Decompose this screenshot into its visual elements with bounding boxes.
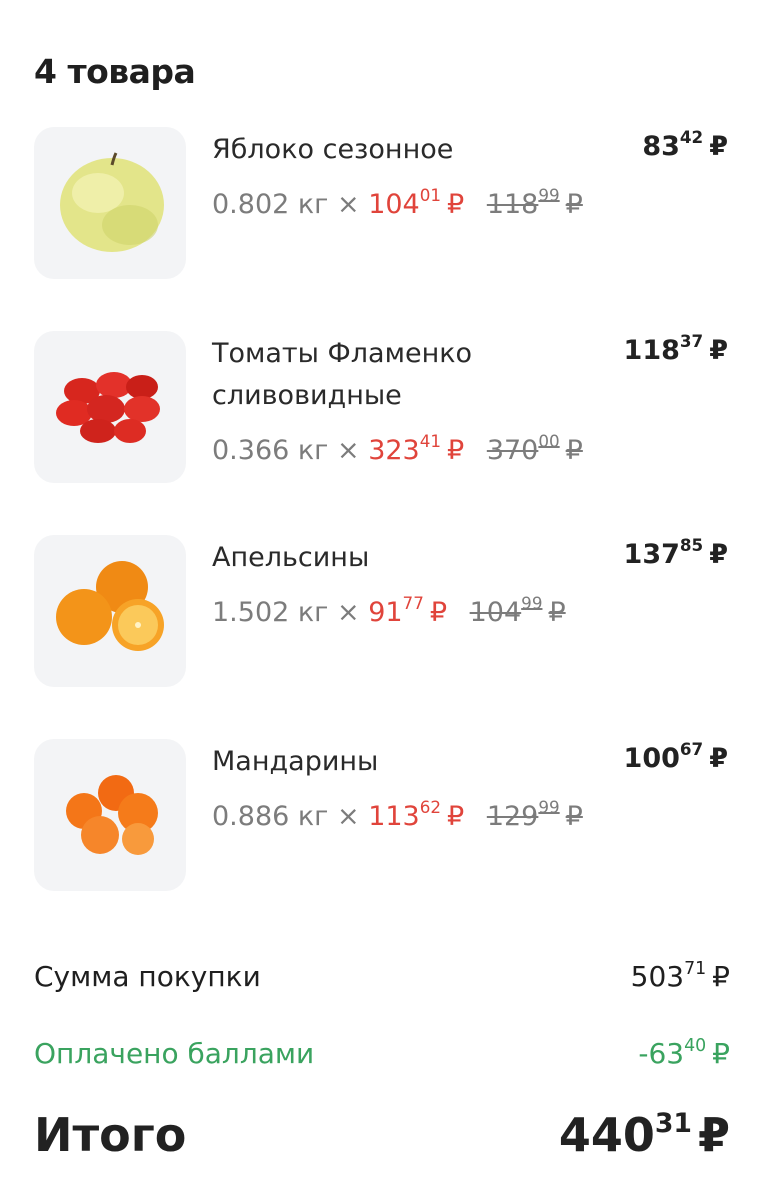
product-name: Томаты Фламенко сливовидные [212,338,473,411]
line-total: 11837 ₽ [623,331,728,366]
list-item[interactable]: Мандарины 10067 ₽ 0.886 кг × 11362 ₽ 12999… [0,739,764,899]
price-calculation: 0.886 кг × 11362 ₽ 12999 ₽ [212,797,583,832]
quantity: 0.886 кг [212,801,329,832]
tangerines-icon [66,775,158,855]
product-name: Апельсины [212,542,370,573]
subtotal-value: 50371 ₽ [630,958,730,993]
price-calculation: 1.502 кг × 9177 ₽ 10499 ₽ [212,593,566,628]
product-image[interactable] [34,127,186,279]
product-name: Мандарины [212,746,379,777]
line-total: 8342 ₽ [642,127,728,162]
oranges-icon [56,561,164,651]
quantity: 0.802 кг [212,189,329,220]
grand-total-row: Итого 44031 ₽ [34,1108,730,1162]
list-item[interactable]: Яблоко сезонное 8342 ₽ 0.802 кг × 10401 ₽ … [0,127,764,287]
product-image[interactable] [34,331,186,483]
grand-total-value: 44031 ₽ [558,1108,730,1162]
discount-price: 9177 ₽ [368,593,448,628]
subtotal-row: Сумма покупки 50371 ₽ [34,960,730,993]
points-value: -6340 ₽ [638,1035,730,1070]
subtotal-label: Сумма покупки [34,960,261,993]
product-image[interactable] [34,739,186,891]
grand-total-label: Итого [34,1108,187,1162]
tomatoes-icon [56,372,160,443]
apple-icon [60,152,164,252]
list-item[interactable]: Томаты Фламенко сливовидные 11837 ₽ 0.366… [0,331,764,491]
points-label: Оплачено баллами [34,1037,315,1070]
line-total: 10067 ₽ [623,739,728,774]
line-total: 13785 ₽ [623,535,728,570]
product-image[interactable] [34,535,186,687]
old-price: 37000 ₽ [486,431,583,466]
list-item[interactable]: Апельсины 13785 ₽ 1.502 кг × 9177 ₽ 10499 ₽ [0,535,764,695]
quantity: 0.366 кг [212,435,329,466]
product-name: Яблоко сезонное [212,134,454,165]
items-count-title: 4 товара [34,52,196,91]
old-price: 12999 ₽ [486,797,583,832]
old-price: 11899 ₽ [486,185,583,220]
price-calculation: 0.802 кг × 10401 ₽ 11899 ₽ [212,185,583,220]
discount-price: 11362 ₽ [368,797,465,832]
old-price: 10499 ₽ [469,593,566,628]
points-row: Оплачено баллами -6340 ₽ [34,1037,730,1070]
discount-price: 10401 ₽ [368,185,465,220]
price-calculation: 0.366 кг × 32341 ₽ 37000 ₽ [212,431,583,466]
discount-price: 32341 ₽ [368,431,465,466]
quantity: 1.502 кг [212,597,329,628]
